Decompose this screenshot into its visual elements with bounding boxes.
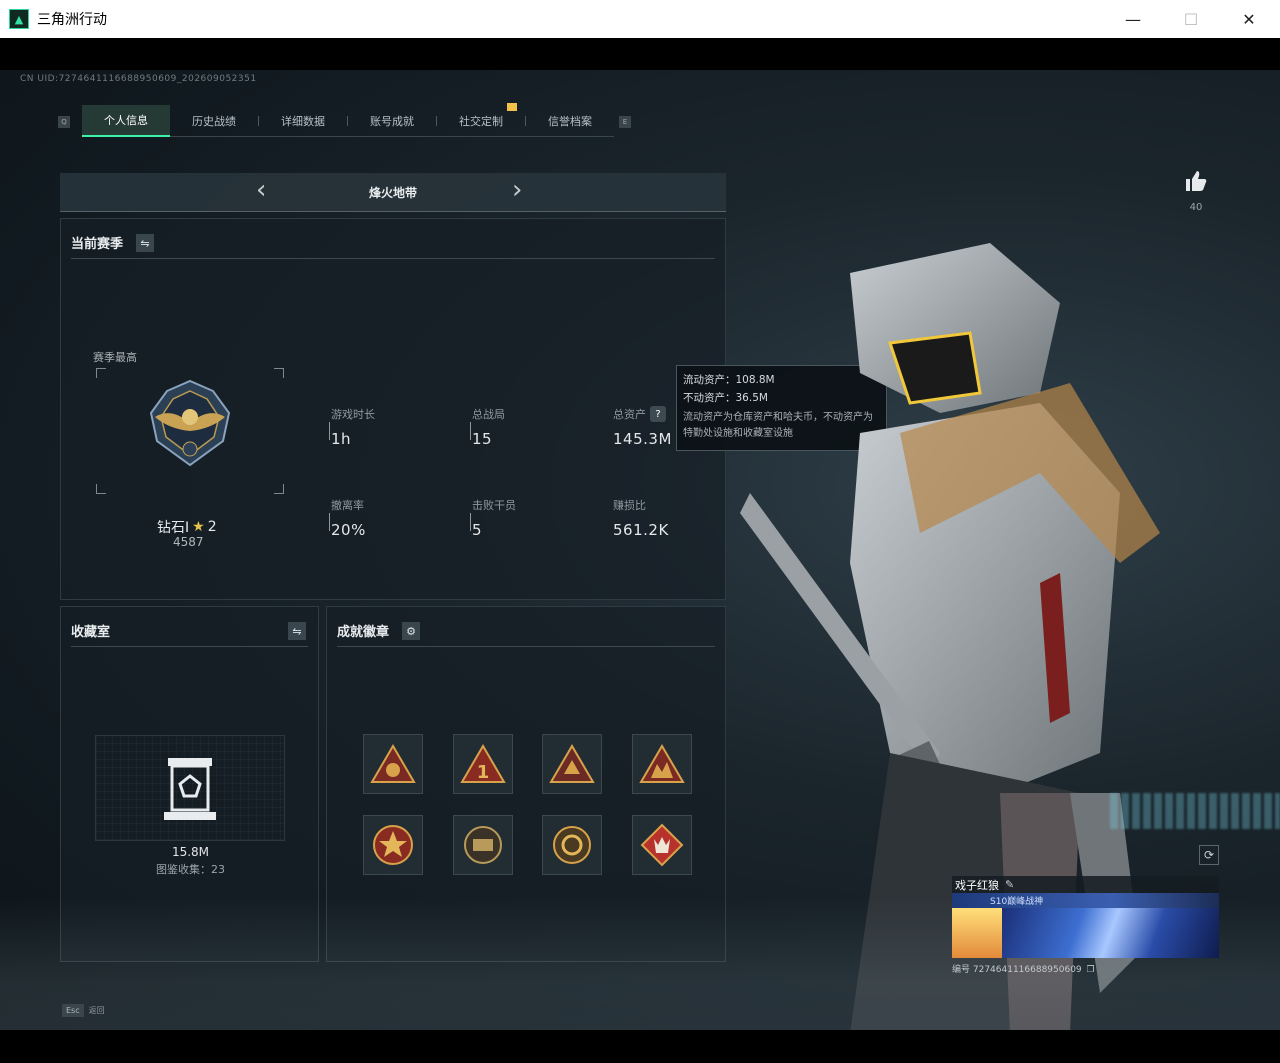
badge-triangle-crest-icon	[549, 744, 595, 783]
mode-switcher: ‹ 烽火地带 ›	[60, 173, 726, 212]
stat-total-assets: 总资产 ? 145.3M	[613, 406, 672, 448]
stat-play-time: 游戏时长 1h	[329, 408, 375, 448]
window-titlebar: ▲ 三角洲行动 — ☐ ✕	[0, 0, 1280, 38]
tab-prev-key[interactable]: Q	[58, 116, 70, 128]
avatar	[952, 908, 1002, 958]
achievement-badge[interactable]	[363, 815, 423, 875]
window-title: 三角洲行动	[37, 12, 107, 28]
mode-prev-button[interactable]: ‹	[256, 175, 266, 205]
rank-stars: 2	[207, 519, 217, 535]
edit-name-icon[interactable]: ✎	[1005, 878, 1014, 891]
tab-bar: 个人信息 历史战绩 详细数据 账号成就 社交定制 信誉档案	[82, 104, 614, 137]
achievement-badge[interactable]	[632, 734, 692, 794]
close-button[interactable]: ✕	[1220, 0, 1278, 38]
game-viewport: CN UID:7274641116688950609_202609052351 …	[0, 38, 1280, 1030]
season-title: 当前赛季	[71, 237, 124, 252]
collection-count: 图鉴收集：23	[156, 863, 225, 876]
tab-history[interactable]: 历史战绩	[170, 105, 258, 137]
svg-text:1: 1	[477, 762, 490, 783]
badge-wolf-diamond-icon	[640, 823, 684, 867]
stat-operators-defeated: 击败干员 5	[470, 499, 516, 539]
badge-triangle-helmet-icon	[370, 744, 416, 783]
esc-label: 返回	[88, 1006, 105, 1015]
rank-star-icon: ★	[192, 519, 205, 535]
badge-shield-emblem-icon	[464, 826, 502, 864]
collection-display	[95, 735, 285, 841]
minimize-button[interactable]: —	[1104, 0, 1162, 38]
achievements-title: 成就徽章	[337, 625, 390, 640]
esc-key[interactable]: Esc	[62, 1004, 84, 1017]
rank-diamond-emblem-icon	[149, 379, 231, 467]
uid-label: CN UID:7274641116688950609_202609052351	[20, 74, 257, 84]
achievement-badge[interactable]	[453, 815, 513, 875]
player-title-plate: S10巅峰战神	[952, 893, 1219, 908]
badge-star-circle-icon	[373, 825, 413, 865]
new-badge-icon	[507, 103, 517, 111]
achievement-badge[interactable]: 1	[453, 734, 513, 794]
help-icon[interactable]: ?	[650, 406, 666, 422]
rank-score: 4587	[173, 535, 204, 549]
season-swap-button[interactable]: ⇋	[136, 234, 154, 252]
esc-back[interactable]: Esc 返回	[62, 1004, 105, 1017]
mode-next-button[interactable]: ›	[512, 175, 522, 205]
player-id: 编号 7274641116688950609	[952, 965, 1082, 975]
achievement-badge[interactable]	[363, 734, 423, 794]
app-logo-icon: ▲	[9, 9, 29, 29]
mode-title: 烽火地带	[368, 185, 417, 200]
tab-personal-info[interactable]: 个人信息	[82, 104, 170, 137]
display-case-icon	[164, 758, 216, 820]
rank-name-row: 钻石I ★ 2	[157, 517, 217, 537]
like-count: 40	[1189, 202, 1203, 213]
player-banner	[1002, 908, 1219, 958]
season-best-label: 赛季最高	[93, 351, 137, 364]
collection-title: 收藏室	[71, 625, 111, 640]
achievement-badge[interactable]	[542, 734, 602, 794]
like-widget[interactable]: 40	[1182, 170, 1210, 213]
tab-credit-record[interactable]: 信誉档案	[526, 105, 614, 137]
rank-name: 钻石I	[157, 520, 190, 536]
thumbs-up-icon[interactable]	[1184, 170, 1208, 192]
refresh-button[interactable]: ⟳	[1199, 845, 1219, 865]
tab-account-achievements[interactable]: 账号成就	[348, 105, 436, 137]
tab-detail-data[interactable]: 详细数据	[259, 105, 347, 137]
copy-icon[interactable]: ❐	[1087, 965, 1095, 975]
maximize-button[interactable]: ☐	[1162, 0, 1220, 38]
collection-value: 15.8M	[171, 845, 210, 859]
achievement-badge[interactable]	[632, 815, 692, 875]
badge-number-one-icon: 1	[460, 744, 506, 783]
player-card[interactable]: 戏子红狼 ✎ S10巅峰战神 编号 7274641116688950609 ❐	[952, 876, 1219, 976]
stat-profit-loss-ratio: 赚损比 561.2K	[613, 499, 669, 539]
season-panel: 当前赛季 ⇋ 赛季最高 钻石I ★ 2 4587 游戏时长 1h 总战局 15 …	[60, 218, 726, 600]
achievements-settings-button[interactable]: ⚙	[402, 622, 420, 640]
player-name: 戏子红狼	[955, 878, 999, 892]
stat-extraction-rate: 撤离率 20%	[329, 499, 366, 539]
badge-triangle-beast-icon	[639, 744, 685, 783]
tab-next-key[interactable]: E	[619, 116, 631, 128]
collection-swap-button[interactable]: ⇋	[288, 622, 306, 640]
badge-gold-ring-icon	[553, 826, 591, 864]
stat-total-matches: 总战局 15	[470, 408, 505, 448]
achievement-badge[interactable]	[542, 815, 602, 875]
